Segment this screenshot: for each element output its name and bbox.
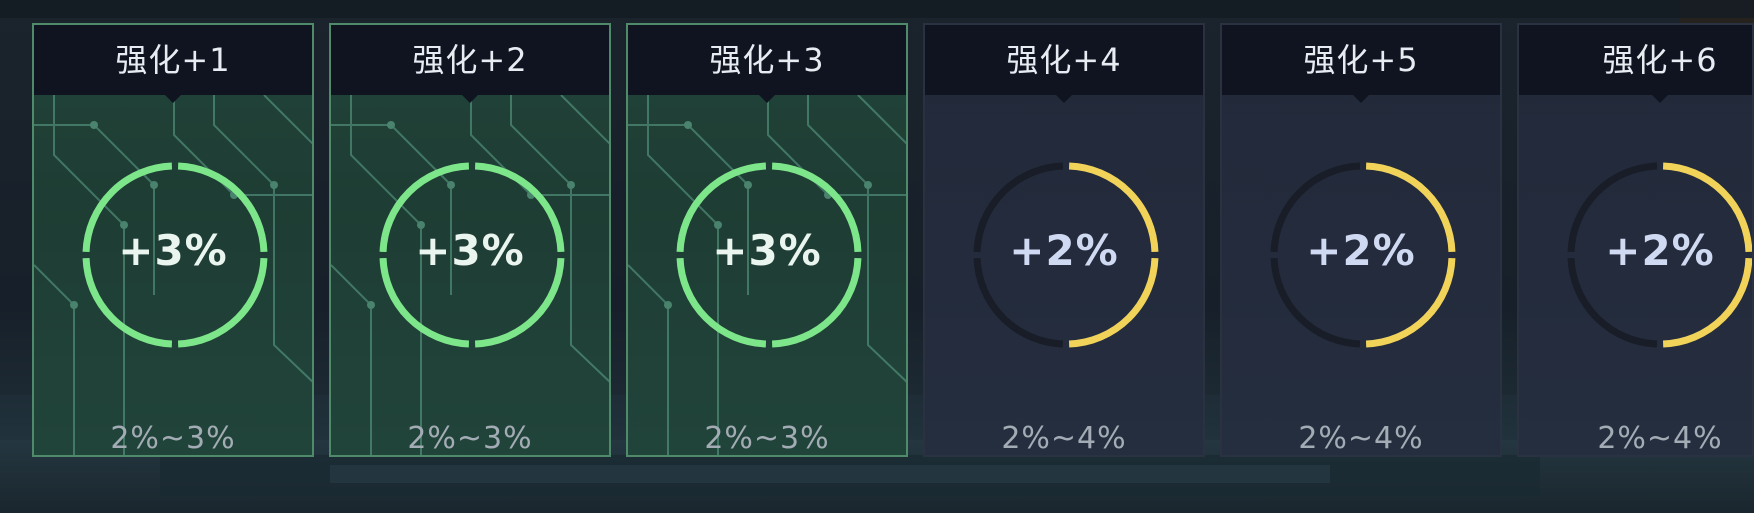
bonus-range: 2%~4%: [1298, 421, 1424, 456]
bonus-range: 2%~3%: [704, 421, 830, 456]
level-title: 强化+1: [34, 25, 312, 103]
level-title: 强化+3: [628, 25, 906, 103]
level-card-2[interactable]: 强化+2 +3% 2%~3%: [329, 23, 611, 457]
level-title: 强化+4: [925, 25, 1203, 103]
level-card-6[interactable]: 强化+6 +2% 2%~4%: [1517, 23, 1754, 457]
bonus-range: 2%~3%: [110, 421, 236, 456]
level-title: 强化+2: [331, 25, 609, 103]
bonus-value: +2%: [1605, 226, 1715, 275]
bonus-range: 2%~3%: [407, 421, 533, 456]
level-card-3[interactable]: 强化+3 +3% 2%~3%: [626, 23, 908, 457]
bonus-value: +2%: [1306, 226, 1416, 275]
bonus-value: +3%: [118, 226, 228, 275]
bonus-value: +2%: [1009, 226, 1119, 275]
level-card-4[interactable]: 强化+4 +2% 2%~4%: [923, 23, 1205, 457]
bonus-range: 2%~4%: [1001, 421, 1127, 456]
level-card-5[interactable]: 强化+5 +2% 2%~4%: [1220, 23, 1502, 457]
enhancement-level-list: 强化+1 +3% 2%~3% 强化+2 +3% 2%~3% 强化+3 +3% 2…: [0, 0, 1754, 513]
level-card-1[interactable]: 强化+1 +3% 2%~3%: [32, 23, 314, 457]
bonus-range: 2%~4%: [1597, 421, 1723, 456]
bonus-value: +3%: [712, 226, 822, 275]
level-title: 强化+6: [1519, 25, 1752, 103]
bonus-value: +3%: [415, 226, 525, 275]
level-title: 强化+5: [1222, 25, 1500, 103]
